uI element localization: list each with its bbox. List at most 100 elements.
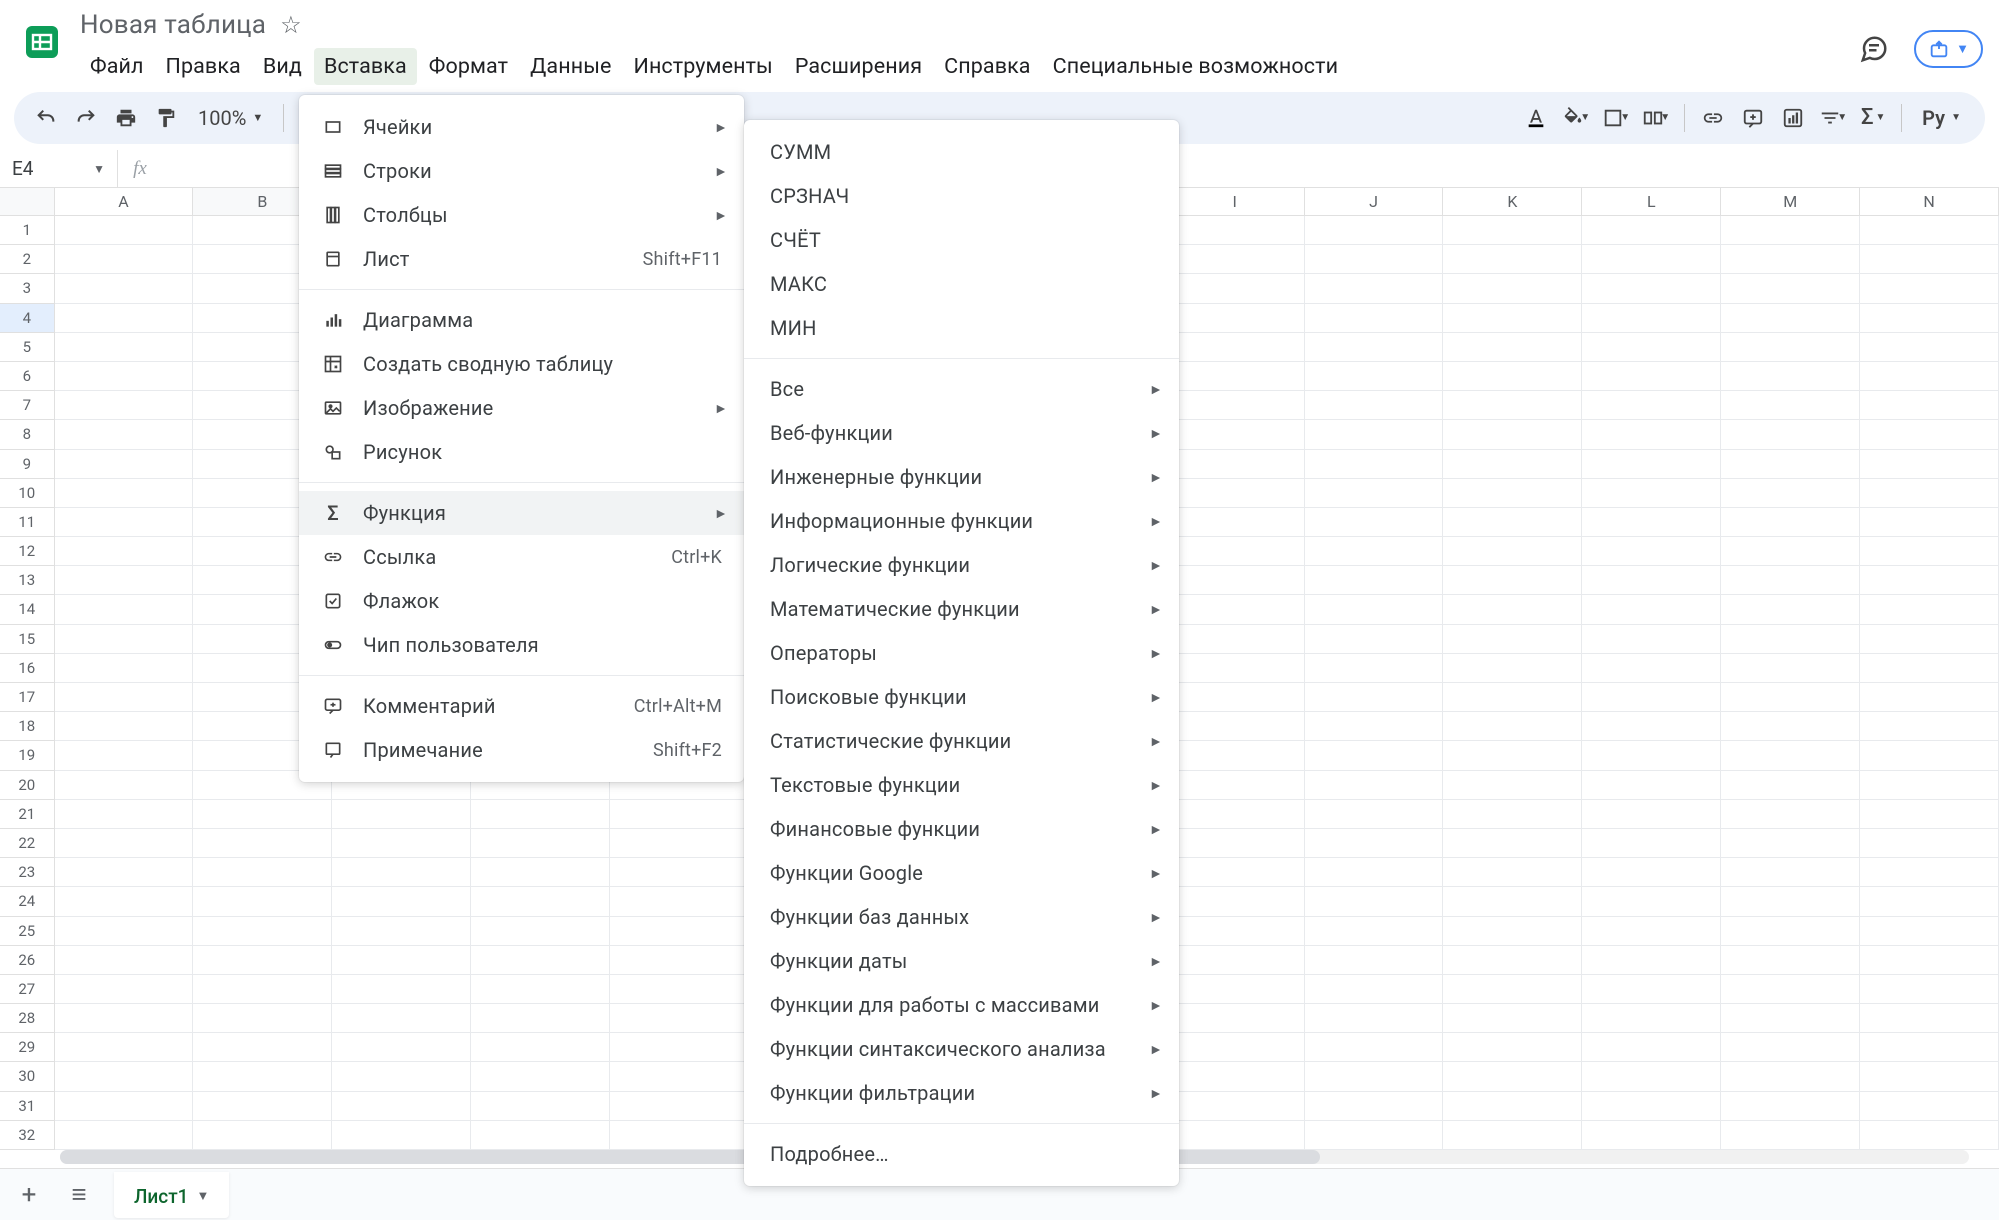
redo-button[interactable] xyxy=(68,100,104,136)
functions-button[interactable]: Σ▼ xyxy=(1855,100,1891,136)
cell[interactable] xyxy=(471,1092,610,1121)
cell[interactable] xyxy=(332,917,471,946)
cell[interactable] xyxy=(1305,1033,1444,1062)
cell[interactable] xyxy=(1721,1004,1860,1033)
cell[interactable] xyxy=(1582,537,1721,566)
cell[interactable] xyxy=(1166,479,1305,508)
cell[interactable] xyxy=(1166,450,1305,479)
cell[interactable] xyxy=(1721,887,1860,916)
cell[interactable] xyxy=(1443,858,1582,887)
cell[interactable] xyxy=(55,917,194,946)
cell[interactable] xyxy=(55,1004,194,1033)
cell[interactable] xyxy=(1860,887,1999,916)
cell[interactable] xyxy=(1721,654,1860,683)
cell[interactable] xyxy=(1443,508,1582,537)
cell[interactable] xyxy=(1305,245,1444,274)
cell[interactable] xyxy=(1166,946,1305,975)
function-category-item[interactable]: Функции даты► xyxy=(744,939,1179,983)
row-header[interactable]: 32 xyxy=(0,1121,55,1150)
cell[interactable] xyxy=(1721,245,1860,274)
cell[interactable] xyxy=(1860,566,1999,595)
cell[interactable] xyxy=(1860,946,1999,975)
menu-item-checkbox[interactable]: Флажок xyxy=(299,579,744,623)
row-header[interactable]: 2 xyxy=(0,245,55,274)
cell[interactable] xyxy=(1582,420,1721,449)
cell[interactable] xyxy=(193,1092,332,1121)
cell[interactable] xyxy=(1582,1004,1721,1033)
cell[interactable] xyxy=(1860,858,1999,887)
cell[interactable] xyxy=(1443,333,1582,362)
all-sheets-button[interactable]: ≡ xyxy=(64,1180,94,1210)
cell[interactable] xyxy=(1443,274,1582,303)
cell[interactable] xyxy=(1582,654,1721,683)
cell[interactable] xyxy=(1305,333,1444,362)
cell[interactable] xyxy=(1443,625,1582,654)
column-header[interactable]: K xyxy=(1443,188,1582,215)
cell[interactable] xyxy=(1305,771,1444,800)
cell[interactable] xyxy=(1860,1062,1999,1091)
cell[interactable] xyxy=(1860,391,1999,420)
cell[interactable] xyxy=(1443,712,1582,741)
cell[interactable] xyxy=(1305,508,1444,537)
cell[interactable] xyxy=(332,858,471,887)
function-category-item[interactable]: Функции баз данных► xyxy=(744,895,1179,939)
cell[interactable] xyxy=(193,1121,332,1150)
cell[interactable] xyxy=(1860,741,1999,770)
cell[interactable] xyxy=(471,917,610,946)
column-header[interactable]: J xyxy=(1305,188,1444,215)
menu-item-columns[interactable]: Столбцы► xyxy=(299,193,744,237)
print-button[interactable] xyxy=(108,100,144,136)
cell[interactable] xyxy=(1860,304,1999,333)
cell[interactable] xyxy=(1721,771,1860,800)
cell[interactable] xyxy=(1305,450,1444,479)
insert-comment-button[interactable] xyxy=(1735,100,1771,136)
cell[interactable] xyxy=(1305,566,1444,595)
row-header[interactable]: 18 xyxy=(0,712,55,741)
cell[interactable] xyxy=(55,887,194,916)
cell[interactable] xyxy=(1166,800,1305,829)
cell[interactable] xyxy=(1860,595,1999,624)
cell[interactable] xyxy=(1305,420,1444,449)
cell[interactable] xyxy=(1305,1092,1444,1121)
function-category-item[interactable]: Функции фильтрации► xyxy=(744,1071,1179,1115)
cell[interactable] xyxy=(1860,800,1999,829)
undo-button[interactable] xyxy=(28,100,64,136)
cell[interactable] xyxy=(55,683,194,712)
cell[interactable] xyxy=(193,858,332,887)
cell[interactable] xyxy=(1860,274,1999,303)
cell[interactable] xyxy=(1721,595,1860,624)
cell[interactable] xyxy=(1166,975,1305,1004)
cell[interactable] xyxy=(1860,1092,1999,1121)
cell[interactable] xyxy=(55,771,194,800)
cell[interactable] xyxy=(1582,858,1721,887)
cell[interactable] xyxy=(1582,800,1721,829)
column-header[interactable]: N xyxy=(1860,188,1999,215)
cell[interactable] xyxy=(1443,479,1582,508)
cell[interactable] xyxy=(1860,625,1999,654)
cell[interactable] xyxy=(1860,654,1999,683)
cell[interactable] xyxy=(193,1062,332,1091)
cell[interactable] xyxy=(1443,654,1582,683)
cell[interactable] xyxy=(1860,479,1999,508)
cell[interactable] xyxy=(1443,216,1582,245)
cell[interactable] xyxy=(1305,712,1444,741)
function-category-item[interactable]: Текстовые функции► xyxy=(744,763,1179,807)
cell[interactable] xyxy=(1166,274,1305,303)
function-category-item[interactable]: Поисковые функции► xyxy=(744,675,1179,719)
function-category-item[interactable]: Информационные функции► xyxy=(744,499,1179,543)
function-category-item[interactable]: Операторы► xyxy=(744,631,1179,675)
cell[interactable] xyxy=(1305,595,1444,624)
cell[interactable] xyxy=(471,1004,610,1033)
star-icon[interactable]: ☆ xyxy=(280,11,302,39)
cell[interactable] xyxy=(1582,304,1721,333)
cell[interactable] xyxy=(1721,625,1860,654)
menu-item-pivot[interactable]: Создать сводную таблицу xyxy=(299,342,744,386)
cell[interactable] xyxy=(55,450,194,479)
menu-справка[interactable]: Справка xyxy=(934,48,1040,85)
chevron-down-icon[interactable]: ▼ xyxy=(196,1188,209,1204)
cell[interactable] xyxy=(1860,537,1999,566)
cell[interactable] xyxy=(1721,362,1860,391)
cell[interactable] xyxy=(1443,741,1582,770)
cell[interactable] xyxy=(471,800,610,829)
menu-item-rows[interactable]: Строки► xyxy=(299,149,744,193)
